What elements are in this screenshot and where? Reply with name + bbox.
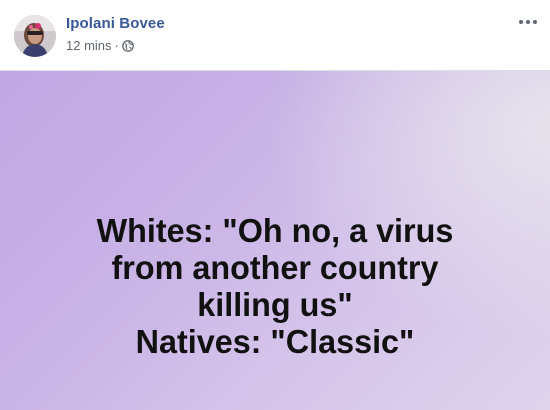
author-name-link[interactable]: Ipolani Bovee bbox=[66, 15, 165, 32]
meta-separator: · bbox=[114, 38, 119, 53]
post-timestamp[interactable]: 12 mins bbox=[66, 38, 112, 53]
facebook-post: Ipolani Bovee 12 mins · Whites: "Oh no, … bbox=[0, 0, 550, 410]
avatar-photo bbox=[14, 15, 56, 57]
globe-icon[interactable] bbox=[122, 40, 134, 52]
more-options-icon[interactable] bbox=[516, 12, 540, 32]
post-header: Ipolani Bovee 12 mins · bbox=[0, 0, 550, 72]
meme-line: Whites: "Oh no, a virus bbox=[96, 212, 454, 249]
meme-line: from another country bbox=[111, 249, 439, 286]
post-meta: 12 mins · bbox=[66, 38, 134, 53]
author-avatar[interactable] bbox=[14, 15, 56, 57]
post-image[interactable]: Whites: "Oh no, a virus from another cou… bbox=[0, 71, 550, 410]
meme-line: Natives: "Classic" bbox=[135, 323, 415, 360]
meme-caption: Whites: "Oh no, a virus from another cou… bbox=[0, 212, 550, 360]
meme-line: killing us" bbox=[197, 286, 353, 323]
